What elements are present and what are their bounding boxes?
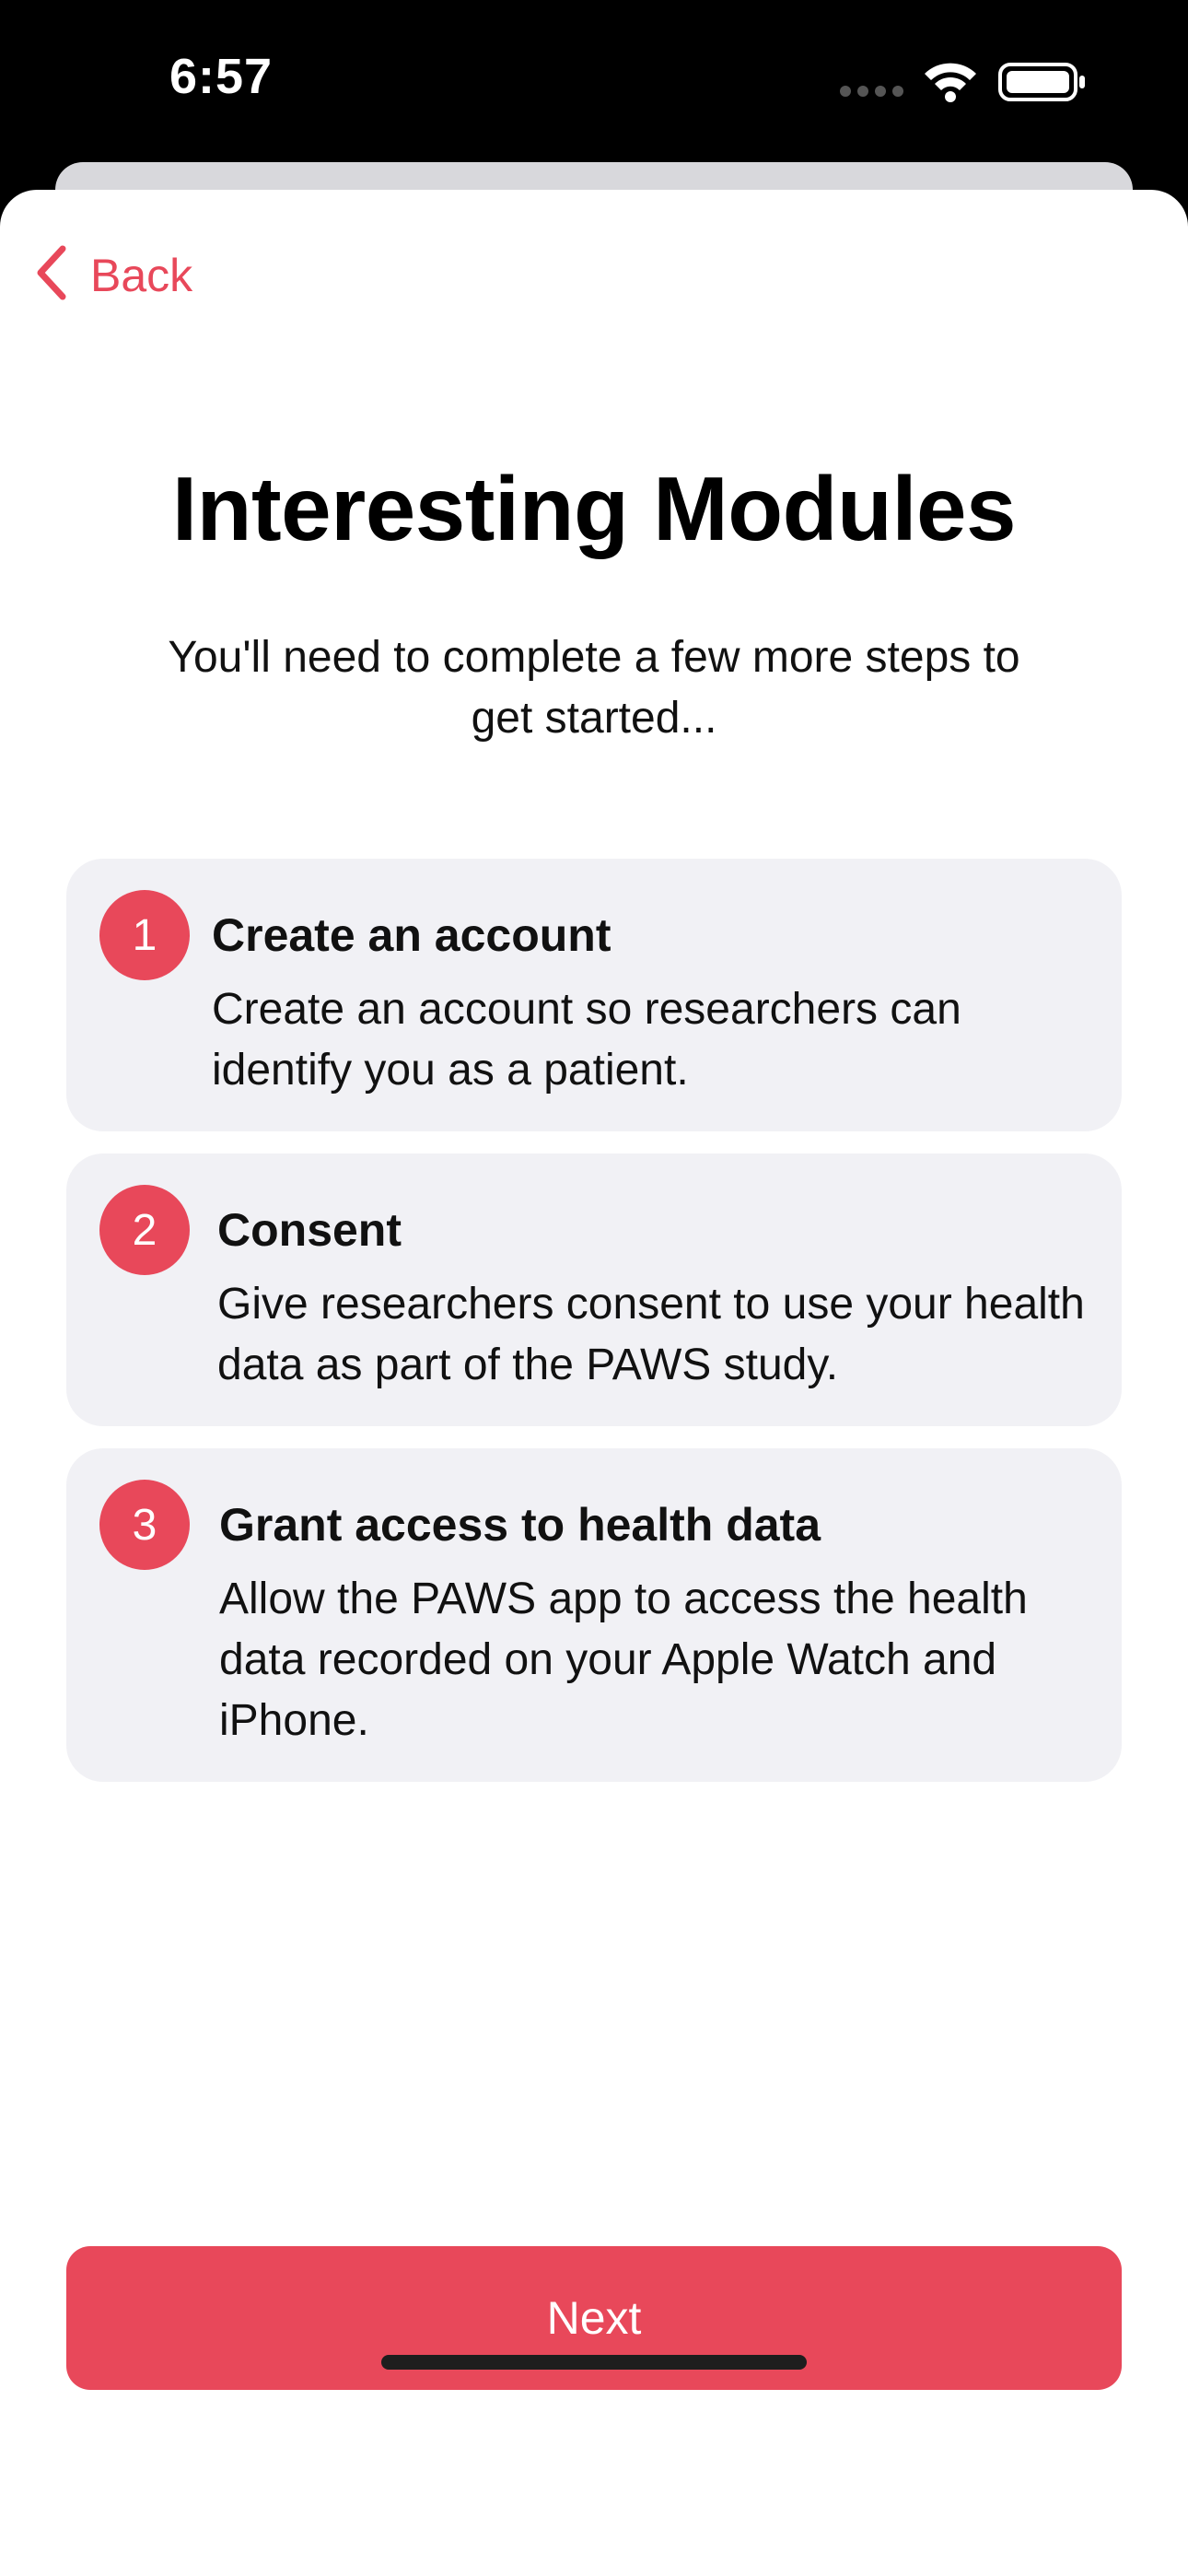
step-number-badge: 1: [99, 890, 190, 980]
status-time: 6:57: [169, 49, 274, 104]
status-bar: 6:57: [0, 0, 1188, 184]
step-description: Give researchers consent to use your hea…: [217, 1280, 1085, 1389]
wifi-icon: [921, 57, 980, 108]
battery-icon: [998, 63, 1087, 106]
step-card-create-account: 1 Create an account Create an account so…: [66, 859, 1122, 1131]
step-title: Consent: [217, 1204, 402, 1256]
step-number-badge: 2: [99, 1185, 190, 1275]
cellular-dots-icon: [840, 85, 910, 101]
chevron-left-icon: [33, 243, 70, 307]
step-description: Create an account so researchers can ide…: [212, 985, 961, 1095]
step-card-health-data: 3 Grant access to health data Allow the …: [66, 1448, 1122, 1782]
step-title: Grant access to health data: [219, 1499, 821, 1551]
step-card-consent: 2 Consent Give researchers consent to us…: [66, 1153, 1122, 1426]
step-title: Create an account: [212, 909, 611, 961]
page-title: Interesting Modules: [171, 458, 1017, 559]
back-label: Back: [90, 249, 193, 301]
back-button[interactable]: Back: [33, 243, 192, 307]
home-indicator[interactable]: [381, 2355, 807, 2370]
onboarding-sheet: Back Interesting Modules You'll need to …: [0, 190, 1188, 2576]
step-number-badge: 3: [99, 1480, 190, 1570]
step-description: Allow the PAWS app to access the health …: [219, 1575, 1028, 1745]
page-subtitle: You'll need to complete a few more steps…: [168, 633, 1020, 743]
